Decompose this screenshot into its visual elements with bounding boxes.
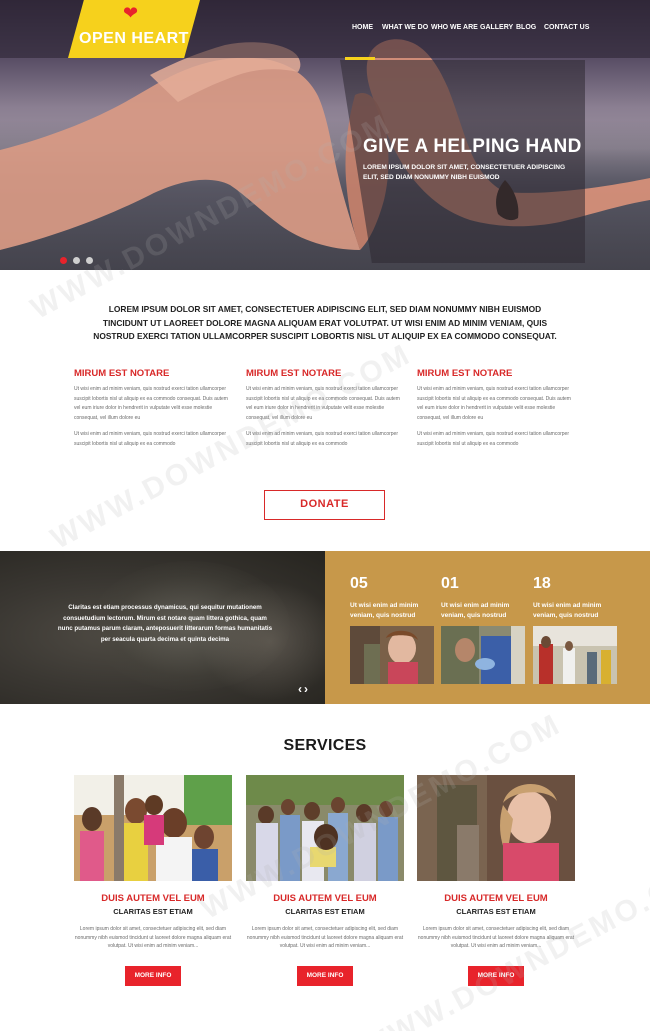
heart-icon: ❤ — [123, 3, 139, 23]
nav-item-who-we-are[interactable]: WHO WE ARE — [431, 24, 478, 31]
service-title: DUIS AUTEM VEL EUM — [101, 893, 205, 904]
service-description: Lorem ipsum dolor sit amet, consectetuer… — [74, 926, 232, 949]
nav-item-blog[interactable]: BLOG — [516, 24, 536, 31]
banner-nav-arrows[interactable]: ‹› — [298, 682, 310, 696]
slider-dot-2[interactable] — [73, 257, 80, 264]
feature-paragraph: Ut wisi enim ad minim veniam, quis nostr… — [74, 386, 228, 421]
service-photo-girl[interactable] — [417, 775, 575, 881]
stat-text: Ut wisi enim ad minim veniam, quis nostr… — [533, 602, 602, 619]
nav-item-home[interactable]: HOME — [352, 24, 373, 31]
more-info-button[interactable]: MORE INFO — [125, 965, 181, 986]
stat-text: Ut wisi enim ad minim veniam, quis nostr… — [441, 602, 510, 619]
service-subtitle: CLARITAS EST ETIAM — [113, 907, 193, 916]
banner-quote: Claritas est etiam processus dynamicus, … — [57, 604, 273, 643]
service-title: DUIS AUTEM VEL EUM — [444, 893, 548, 904]
stat-item-1: 05 Ut wisi enim ad minim veniam, quis no… — [350, 575, 434, 684]
stat-number: 01 — [441, 575, 459, 592]
service-description: Lorem ipsum dolor sit amet, consectetuer… — [417, 926, 575, 949]
slider-dot-1[interactable] — [60, 257, 67, 264]
donate-button[interactable]: DONATE — [264, 490, 385, 520]
feature-title: MIRUM EST NOTARE — [74, 368, 170, 379]
more-info-button[interactable]: MORE INFO — [297, 965, 353, 986]
stat-item-2: 01 Ut wisi enim ad minim veniam, quis no… — [441, 575, 525, 684]
service-title: DUIS AUTEM VEL EUM — [273, 893, 377, 904]
feature-column-3: MIRUM EST NOTARE Ut wisi enim ad minim v… — [417, 368, 577, 456]
feature-column-1: MIRUM EST NOTARE Ut wisi enim ad minim v… — [74, 368, 234, 456]
nav-active-indicator — [345, 57, 375, 60]
feature-paragraph: Ut wisi enim ad minim veniam, quis nostr… — [246, 386, 400, 421]
stat-photo-street[interactable] — [533, 626, 617, 684]
hero-slider: ❤ OPEN HEART HOME WHAT WE DO WHO WE ARE … — [0, 0, 650, 270]
nav-item-what-we-do[interactable]: WHAT WE DO — [382, 24, 428, 31]
feature-title: MIRUM EST NOTARE — [417, 368, 513, 379]
service-subtitle: CLARITAS EST ETIAM — [456, 907, 536, 916]
service-card-3: DUIS AUTEM VEL EUM CLARITAS EST ETIAM Lo… — [417, 775, 575, 986]
service-card-2: DUIS AUTEM VEL EUM CLARITAS EST ETIAM Lo… — [246, 775, 404, 986]
stat-number: 18 — [533, 575, 551, 592]
service-photo-children-smiling[interactable] — [74, 775, 232, 881]
feature-paragraph: Ut wisi enim ad minim veniam, quis nostr… — [74, 431, 227, 447]
feature-column-2: MIRUM EST NOTARE Ut wisi enim ad minim v… — [246, 368, 406, 456]
feature-paragraph: Ut wisi enim ad minim veniam, quis nostr… — [417, 431, 570, 447]
nav-item-gallery[interactable]: GALLERY — [480, 24, 513, 31]
more-info-button[interactable]: MORE INFO — [468, 965, 524, 986]
service-description: Lorem ipsum dolor sit amet, consectetuer… — [246, 926, 404, 949]
stat-photo-child[interactable] — [350, 626, 434, 684]
hero-caption-panel — [340, 60, 585, 263]
service-subtitle: CLARITAS EST ETIAM — [285, 907, 365, 916]
intro-text: LOREM IPSUM DOLOR SIT AMET, CONSECTETUER… — [93, 304, 557, 341]
services-heading: SERVICES — [283, 737, 367, 754]
service-card-1: DUIS AUTEM VEL EUM CLARITAS EST ETIAM Lo… — [74, 775, 232, 986]
stat-text: Ut wisi enim ad minim veniam, quis nostr… — [350, 602, 419, 619]
hero-title: GIVE A HELPING HAND — [363, 136, 582, 157]
service-photo-children-group[interactable] — [246, 775, 404, 881]
feature-paragraph: Ut wisi enim ad minim veniam, quis nostr… — [417, 386, 571, 421]
stat-number: 05 — [350, 575, 368, 592]
stat-photo-medical[interactable] — [441, 626, 525, 684]
hero-subtitle: LOREM IPSUM DOLOR SIT AMET, CONSECTETUER… — [363, 164, 566, 181]
feature-paragraph: Ut wisi enim ad minim veniam, quis nostr… — [246, 431, 399, 447]
nav-item-contact-us[interactable]: CONTACT US — [544, 24, 589, 31]
slider-dot-3[interactable] — [86, 257, 93, 264]
feature-title: MIRUM EST NOTARE — [246, 368, 342, 379]
stat-item-3: 18 Ut wisi enim ad minim veniam, quis no… — [533, 575, 617, 684]
main-navigation: HOME WHAT WE DO WHO WE ARE GALLERY BLOG … — [0, 24, 650, 36]
